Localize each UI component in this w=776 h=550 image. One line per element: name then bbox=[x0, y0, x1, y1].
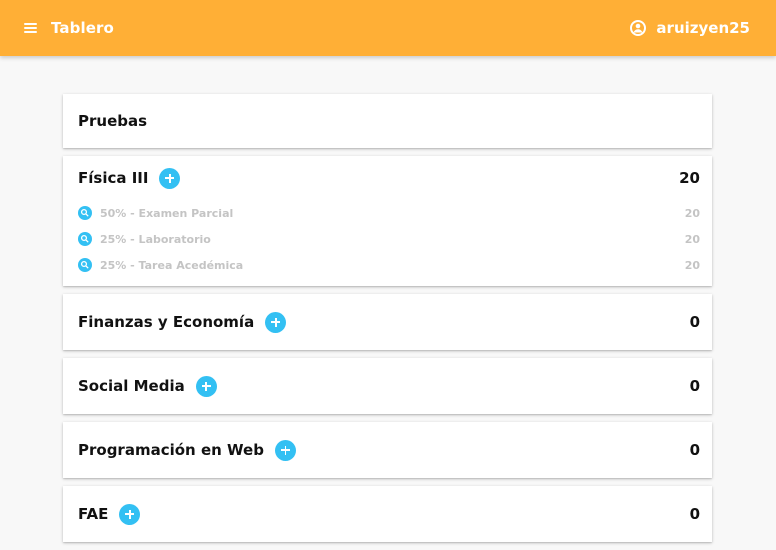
course-card-social-media: Social Media 0 bbox=[63, 358, 712, 414]
add-evaluation-button[interactable] bbox=[265, 311, 287, 333]
username: aruizyen25 bbox=[656, 19, 750, 37]
evaluation-score: 20 bbox=[684, 232, 700, 246]
course-card-programacion-en-web: Programación en Web 0 bbox=[63, 422, 712, 478]
course-name: Social Media bbox=[78, 377, 185, 395]
add-evaluation-button[interactable] bbox=[274, 439, 296, 461]
evaluation-score: 20 bbox=[684, 258, 700, 272]
course-name: Física III bbox=[78, 169, 149, 187]
evaluation-label: 50% - Examen Parcial bbox=[100, 206, 234, 220]
section-title: Pruebas bbox=[78, 112, 148, 130]
user-menu[interactable]: aruizyen25 bbox=[630, 19, 750, 37]
course-score: 0 bbox=[689, 313, 700, 331]
top-app-bar: Tablero aruizyen25 bbox=[0, 0, 776, 56]
course-score: 0 bbox=[689, 505, 700, 523]
add-evaluation-button[interactable] bbox=[119, 503, 141, 525]
section-card: Pruebas bbox=[63, 94, 712, 148]
search-icon[interactable] bbox=[78, 206, 92, 220]
course-card-finanzas-y-economia: Finanzas y Economía 0 bbox=[63, 294, 712, 350]
evaluation-item[interactable]: 25% - Laboratorio 20 bbox=[78, 226, 700, 252]
page-title: Tablero bbox=[51, 19, 114, 37]
menu-icon[interactable] bbox=[24, 23, 37, 33]
course-score: 0 bbox=[689, 377, 700, 395]
course-name: FAE bbox=[78, 505, 109, 523]
evaluation-label: 25% - Tarea Acedémica bbox=[100, 258, 244, 272]
account-circle-icon bbox=[630, 20, 647, 36]
main-content: Pruebas Física III 20 50% - Examen Parci… bbox=[63, 94, 712, 550]
course-score: 20 bbox=[679, 169, 700, 187]
search-icon[interactable] bbox=[78, 258, 92, 272]
search-icon[interactable] bbox=[78, 232, 92, 246]
evaluation-score: 20 bbox=[684, 206, 700, 220]
evaluation-item[interactable]: 25% - Tarea Acedémica 20 bbox=[78, 252, 700, 278]
evaluation-item[interactable]: 50% - Examen Parcial 20 bbox=[78, 200, 700, 226]
course-score: 0 bbox=[689, 441, 700, 459]
add-evaluation-button[interactable] bbox=[159, 167, 181, 189]
course-card-fisica-iii: Física III 20 50% - Examen Parcial 20 25… bbox=[63, 156, 712, 286]
course-name: Finanzas y Economía bbox=[78, 313, 255, 331]
evaluation-label: 25% - Laboratorio bbox=[100, 232, 211, 246]
course-name: Programación en Web bbox=[78, 441, 264, 459]
add-evaluation-button[interactable] bbox=[195, 375, 217, 397]
